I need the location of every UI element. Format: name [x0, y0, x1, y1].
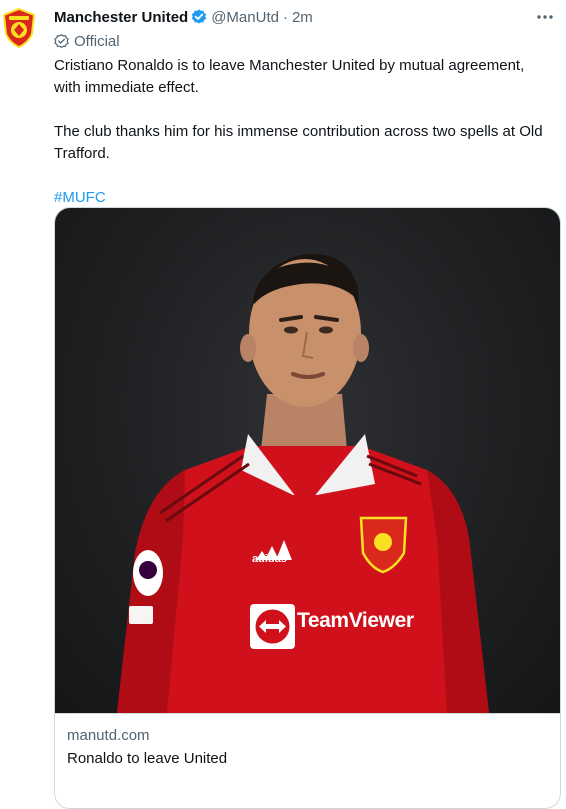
tweet-text: Cristiano Ronaldo is to leave Manchester…	[54, 55, 554, 209]
manchester-united-crest-icon	[2, 8, 36, 48]
verified-badge-icon	[191, 9, 207, 25]
more-options-button[interactable]	[532, 6, 558, 28]
more-options-icon	[537, 15, 553, 19]
link-card[interactable]: TeamViewer adidas manutd.com Ronaldo to …	[54, 207, 561, 809]
card-photo[interactable]: TeamViewer adidas	[55, 208, 560, 713]
hashtag-link[interactable]: #MUFC	[54, 189, 106, 206]
official-label-text: Official	[74, 32, 120, 50]
card-footer[interactable]: manutd.com Ronaldo to leave United	[55, 713, 560, 808]
kit-brand-label: adidas	[252, 553, 287, 565]
tweet-paragraph-2: The club thanks him for his immense cont…	[54, 123, 543, 162]
card-domain: manutd.com	[67, 727, 150, 744]
sponsor-label: TeamViewer	[297, 609, 414, 632]
official-label-icon	[54, 33, 69, 48]
tweet-paragraph-1: Cristiano Ronaldo is to leave Manchester…	[54, 57, 525, 96]
official-label: Official	[54, 30, 120, 52]
card-title[interactable]: Ronaldo to leave United	[67, 750, 227, 767]
account-name[interactable]: Manchester United	[54, 9, 188, 26]
avatar[interactable]	[0, 8, 38, 48]
separator-dot: ·	[282, 8, 288, 26]
tweet-header: Manchester United @ManUtd · 2m	[54, 6, 556, 28]
player-photo	[117, 253, 489, 713]
account-handle[interactable]: @ManUtd	[211, 9, 279, 26]
tweet-timestamp[interactable]: 2m	[292, 9, 313, 26]
